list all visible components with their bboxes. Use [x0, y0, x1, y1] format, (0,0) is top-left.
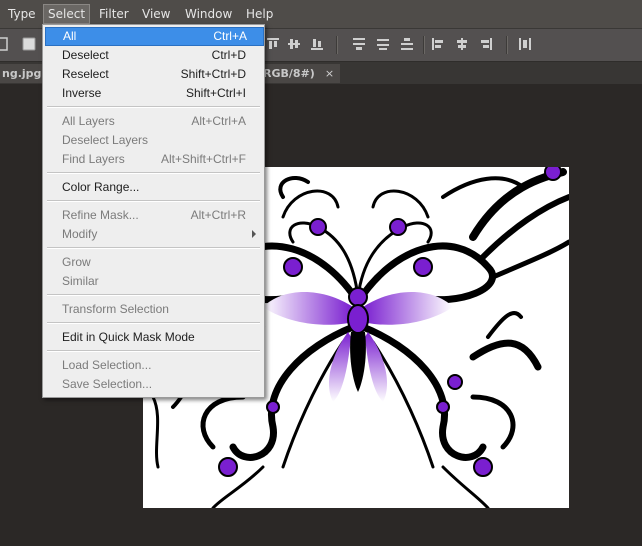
menu-item-save-selection[interactable]: Save Selection...: [45, 375, 262, 393]
menu-separator: [47, 350, 260, 352]
menu-window[interactable]: Window: [181, 5, 236, 23]
align-left-edges-icon[interactable]: [431, 37, 445, 51]
document-tab-label: (RGB/8#): [258, 67, 315, 80]
menu-item-reselect[interactable]: Reselect Shift+Ctrl+D: [45, 65, 262, 83]
distribute-vertical-centers-icon[interactable]: [376, 37, 390, 51]
menu-separator: [47, 200, 260, 202]
menu-item-inverse[interactable]: Inverse Shift+Ctrl+I: [45, 84, 262, 102]
menu-type[interactable]: Type: [4, 5, 40, 23]
menu-item-find-layers[interactable]: Find Layers Alt+Shift+Ctrl+F: [45, 150, 262, 168]
menu-item-all-layers[interactable]: All Layers Alt+Ctrl+A: [45, 112, 262, 130]
align-top-edges-icon[interactable]: [266, 37, 280, 51]
menu-separator: [47, 172, 260, 174]
align-vertical-centers-icon[interactable]: [287, 37, 301, 51]
distribute-top-edges-icon[interactable]: [352, 37, 366, 51]
options-button-icon[interactable]: [0, 37, 8, 51]
menu-item-transform-selection[interactable]: Transform Selection: [45, 300, 262, 318]
align-right-edges-icon[interactable]: [479, 37, 493, 51]
menu-separator: [47, 106, 260, 108]
menu-separator: [47, 247, 260, 249]
menu-item-grow[interactable]: Grow: [45, 253, 262, 271]
menu-item-refine-mask[interactable]: Refine Mask... Alt+Ctrl+R: [45, 206, 262, 224]
distribute-horizontal-icon[interactable]: [518, 37, 532, 51]
transform-controls-checkbox[interactable]: [22, 37, 36, 51]
menu-select[interactable]: Select: [43, 4, 91, 24]
menu-view[interactable]: View: [138, 5, 174, 23]
menu-separator: [47, 294, 260, 296]
options-separator: [423, 36, 425, 54]
options-separator: [336, 36, 338, 54]
menu-item-modify[interactable]: Modify: [45, 225, 262, 243]
document-tab-active[interactable]: (RGB/8#) ×: [252, 64, 341, 83]
menu-help[interactable]: Help: [242, 5, 277, 23]
align-horizontal-centers-icon[interactable]: [455, 37, 469, 51]
menu-item-quick-mask[interactable]: Edit in Quick Mask Mode: [45, 328, 262, 346]
menu-separator: [47, 322, 260, 324]
menu-filter[interactable]: Filter: [95, 5, 133, 23]
submenu-arrow-icon: [252, 230, 256, 238]
menu-item-deselect[interactable]: Deselect Ctrl+D: [45, 46, 262, 64]
options-separator: [506, 36, 508, 54]
select-menu-dropdown: All Ctrl+A Deselect Ctrl+D Reselect Shift+C…: [42, 24, 265, 398]
menu-item-similar[interactable]: Similar: [45, 272, 262, 290]
menu-item-color-range[interactable]: Color Range...: [45, 178, 262, 196]
close-tab-icon[interactable]: ×: [325, 67, 334, 80]
menu-item-load-selection[interactable]: Load Selection...: [45, 356, 262, 374]
menu-item-all[interactable]: All Ctrl+A: [45, 27, 264, 46]
distribute-bottom-edges-icon[interactable]: [400, 37, 414, 51]
menu-item-deselect-layers[interactable]: Deselect Layers: [45, 131, 262, 149]
align-bottom-edges-icon[interactable]: [310, 37, 324, 51]
